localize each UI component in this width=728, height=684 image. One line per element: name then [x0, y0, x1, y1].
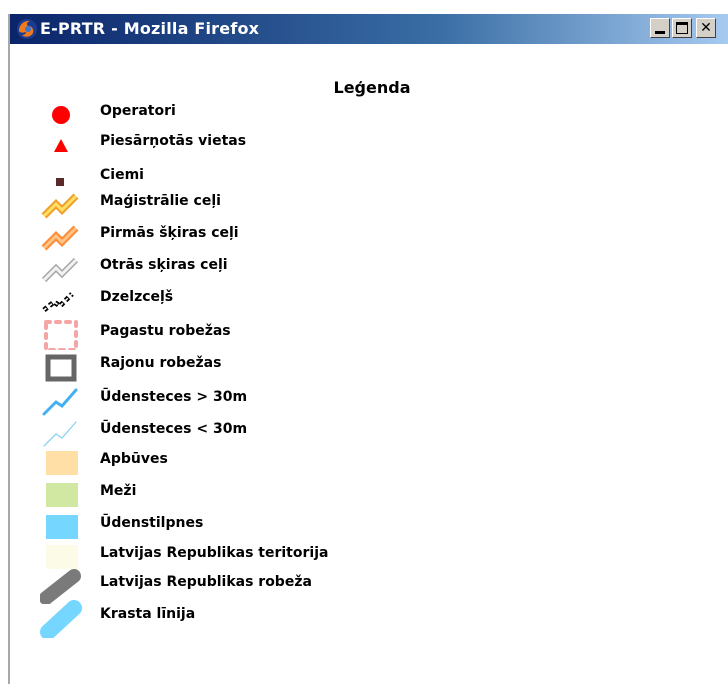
gray-road-icon [41, 257, 79, 283]
maximize-button[interactable] [672, 18, 692, 38]
blue-river-thin-icon [43, 421, 77, 447]
legend-item-label: Ciemi [100, 167, 144, 183]
close-button[interactable]: ✕ [696, 18, 716, 38]
legend-item-label: Rajonu robežas [100, 355, 222, 371]
legend-item-dzelzcels: Dzelzceļš [30, 286, 430, 316]
legend-item-label: Ūdensteces > 30m [100, 389, 248, 405]
legend-title: Leģenda [333, 78, 411, 97]
pink-dotted-border-icon [44, 320, 78, 350]
legend-item-rajonu-robezas: Rajonu robežas [30, 352, 430, 382]
legend-item-label: Krasta līnija [100, 606, 196, 622]
gray-border-icon [45, 354, 77, 382]
legend-item-label: Otrās sķiras ceļi [100, 257, 228, 273]
legend-item-pagastu-robezas: Pagastu robežas [30, 320, 430, 350]
legend-item-label: Latvijas Republikas robeža [100, 574, 312, 590]
legend-item-krasta-linija: Krasta līnija [30, 598, 430, 638]
legend-item-operatori: Operatori [30, 100, 430, 130]
legend-item-pirmas-skiras-celi: Pirmās šķiras ceļi [30, 222, 430, 252]
legend-item-mezi: Meži [30, 480, 430, 510]
legend-item-label: Maģistrālie ceļi [100, 193, 221, 209]
legend-item-udenstilpnes: Ūdenstilpnes [30, 512, 430, 542]
minimize-button[interactable] [650, 18, 670, 38]
legend-item-label: Apbūves [100, 451, 168, 467]
firefox-icon [17, 19, 37, 39]
red-circle-icon [52, 106, 70, 124]
legend-item-label: Ūdensteces < 30m [100, 421, 248, 437]
legend-item-label: Ūdenstilpnes [100, 515, 204, 531]
orange-road-icon [41, 225, 79, 251]
legend-item-label: Dzelzceļš [100, 289, 174, 305]
legend-item-udensteces-mazas: Ūdensteces < 30m [30, 418, 430, 448]
legend-item-label: Latvijas Republikas teritorija [100, 545, 329, 561]
orange-fill-icon [46, 451, 78, 475]
yellow-road-icon [41, 193, 79, 219]
legend-item-otras-skiras-celi: Otrās sķiras ceļi [30, 254, 430, 284]
legend-item-label: Meži [100, 483, 137, 499]
blue-stroke-icon [40, 600, 82, 638]
railway-icon [42, 292, 74, 312]
cyan-fill-icon [46, 515, 78, 539]
legend-item-label: Operatori [100, 103, 176, 119]
legend-item-piesarnotas-vietas: Piesārņotās vietas [30, 130, 430, 160]
red-triangle-icon [54, 139, 68, 152]
green-fill-icon [46, 483, 78, 507]
legend-item-magistralie-celi: Maģistrālie ceļi [30, 190, 430, 220]
window-title: E-PRTR - Mozilla Firefox [40, 19, 260, 38]
legend-item-label: Pirmās šķiras ceļi [100, 225, 239, 241]
title-bar[interactable]: E-PRTR - Mozilla Firefox ✕ [10, 14, 728, 44]
legend-item-label: Pagastu robežas [100, 323, 231, 339]
legend-item-lr-robeza: Latvijas Republikas robeža [30, 568, 430, 604]
browser-window: E-PRTR - Mozilla Firefox ✕ Leģenda Opera… [8, 14, 728, 684]
legend-panel: Leģenda Operatori Piesārņotās vietas Cie… [10, 44, 728, 684]
blue-river-thick-icon [42, 388, 78, 416]
legend-item-apbuves: Apbūves [30, 448, 430, 478]
legend-item-label: Piesārņotās vietas [100, 133, 247, 149]
legend-item-udensteces-lielas: Ūdensteces > 30m [30, 386, 430, 416]
